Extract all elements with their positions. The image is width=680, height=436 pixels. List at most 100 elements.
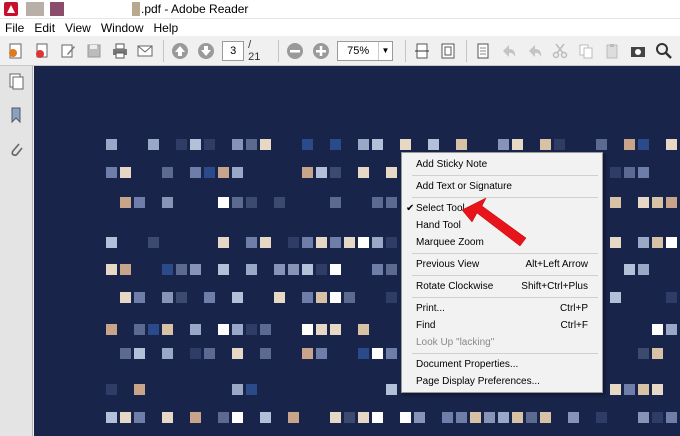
redacted-text-block (190, 412, 201, 423)
menu-item-document-properties[interactable]: Document Properties... (402, 356, 602, 373)
toolbar: 3 / 21 75% ▼ (0, 36, 680, 66)
redacted-text-block (260, 412, 271, 423)
menu-help[interactable]: Help (149, 21, 184, 35)
redacted-text-block (330, 412, 341, 423)
save-icon[interactable] (84, 41, 104, 61)
read-mode-icon[interactable] (473, 41, 493, 61)
redacted-text-block (386, 167, 397, 178)
menu-item-page-display-preferences[interactable]: Page Display Preferences... (402, 373, 602, 390)
menu-separator (412, 175, 598, 176)
redacted-text-block (162, 264, 173, 275)
menu-item-label: Print... (416, 303, 445, 314)
redacted-text-block (484, 412, 495, 423)
edit-document-icon[interactable] (58, 41, 78, 61)
snapshot-icon[interactable] (628, 41, 648, 61)
copy-icon[interactable] (576, 41, 596, 61)
bookmarks-icon[interactable] (7, 106, 25, 124)
redacted-text-block (302, 292, 313, 303)
redacted-text-block (428, 139, 439, 150)
paste-icon[interactable] (602, 41, 622, 61)
redacted-text-block (372, 237, 383, 248)
redacted-text-block (260, 324, 271, 335)
menu-item-rotate-clockwise[interactable]: Rotate Clockwise Shift+Ctrl+Plus (402, 278, 602, 295)
redacted-text-block (162, 348, 173, 359)
redacted-text-block (274, 292, 285, 303)
menu-item-add-text-or-signature[interactable]: Add Text or Signature (402, 178, 602, 195)
menu-window[interactable]: Window (96, 21, 149, 35)
redacted-text-block (372, 348, 383, 359)
redacted-text-block (246, 237, 257, 248)
menu-item-print[interactable]: Print... Ctrl+P (402, 300, 602, 317)
redacted-text-block (120, 264, 131, 275)
redacted-text-block (372, 197, 383, 208)
menu-item-add-sticky-note[interactable]: Add Sticky Note (402, 156, 602, 173)
menu-item-label: Rotate Clockwise (416, 281, 494, 292)
menu-edit[interactable]: Edit (29, 21, 60, 35)
menu-separator (412, 253, 598, 254)
undo-icon[interactable] (499, 41, 519, 61)
menu-item-shortcut: Ctrl+F (560, 320, 589, 331)
menu-item-label: Add Sticky Note (416, 159, 488, 170)
redacted-text-block (344, 237, 355, 248)
redacted-text-block (204, 139, 215, 150)
redacted-text-block (106, 264, 117, 275)
redacted-text-block (218, 167, 229, 178)
redacted-text-block (596, 139, 607, 150)
redacted-text-block (386, 264, 397, 275)
redacted-text-block (232, 292, 243, 303)
menu-item-find[interactable]: Find Ctrl+F (402, 317, 602, 334)
redacted-text-block (316, 237, 327, 248)
combine-files-icon[interactable] (32, 41, 52, 61)
page-total: / 21 (248, 38, 261, 63)
print-icon[interactable] (110, 41, 130, 61)
redacted-text-block (358, 324, 369, 335)
fit-page-icon[interactable] (438, 41, 458, 61)
page-number-input[interactable]: 3 (222, 40, 245, 61)
chevron-down-icon[interactable]: ▼ (377, 41, 392, 60)
toolbar-separator (404, 39, 406, 62)
redacted-text-block (134, 348, 145, 359)
redacted-text-block (400, 412, 411, 423)
redacted-text-block (232, 197, 243, 208)
redacted-text-block (386, 237, 397, 248)
menu-item-label: Previous View (416, 259, 480, 270)
redacted-text-block (526, 412, 537, 423)
menu-item-previous-view[interactable]: Previous View Alt+Left Arrow (402, 256, 602, 273)
adobe-reader-icon (4, 2, 18, 16)
redacted-text-block (330, 197, 341, 208)
redacted-text-block (372, 139, 383, 150)
search-icon[interactable] (654, 41, 674, 61)
menu-separator (412, 353, 598, 354)
page-thumbnails-icon[interactable] (7, 72, 25, 90)
redo-icon[interactable] (525, 41, 545, 61)
redacted-text-block (246, 139, 257, 150)
zoom-select[interactable]: 75% ▼ (337, 40, 393, 61)
redacted-text-block (120, 167, 131, 178)
redacted-text-block (190, 324, 201, 335)
redacted-text-block (456, 139, 467, 150)
zoom-in-icon[interactable] (311, 41, 331, 61)
redacted-text-block (232, 324, 243, 335)
toolbar-separator (465, 39, 467, 62)
redacted-text-block (260, 237, 271, 248)
redacted-text-block (302, 167, 313, 178)
previous-page-icon[interactable] (170, 41, 190, 61)
redacted-text-block (134, 292, 145, 303)
menu-view[interactable]: View (60, 21, 96, 35)
create-pdf-icon[interactable] (6, 41, 26, 61)
redacted-text-block (358, 139, 369, 150)
redacted-text-block (358, 412, 369, 423)
redacted-text-block (610, 197, 621, 208)
fit-width-icon[interactable] (412, 41, 432, 61)
email-icon[interactable] (136, 41, 156, 61)
menu-file[interactable]: File (0, 21, 29, 35)
zoom-out-icon[interactable] (285, 41, 305, 61)
redacted-text-block (246, 197, 257, 208)
attachments-icon[interactable] (7, 140, 25, 158)
next-page-icon[interactable] (196, 41, 216, 61)
cut-icon[interactable] (551, 41, 571, 61)
redacted-text-block (260, 139, 271, 150)
redacted-text-block (386, 292, 397, 303)
menu-item-shortcut: Shift+Ctrl+Plus (521, 281, 588, 292)
redacted-text-block (330, 292, 341, 303)
